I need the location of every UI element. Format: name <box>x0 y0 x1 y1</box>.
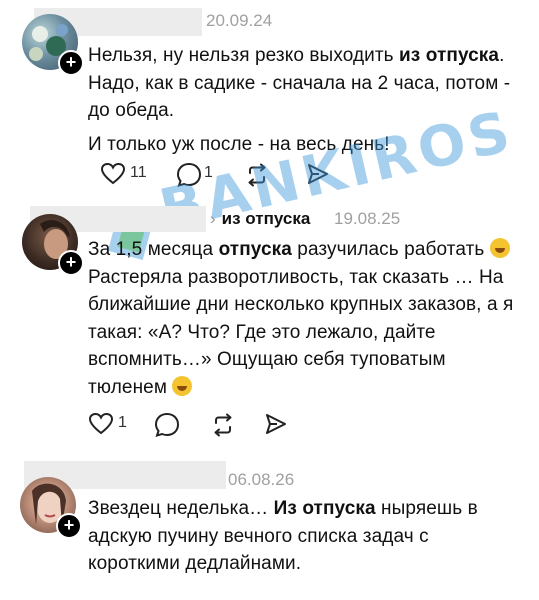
like-button[interactable]: 11 <box>100 160 150 190</box>
avatar[interactable]: + <box>22 14 84 76</box>
repost-button[interactable] <box>210 410 240 440</box>
plus-icon[interactable]: + <box>56 513 82 539</box>
post-date: 06.08.26 <box>228 470 295 489</box>
reply-target[interactable]: › из отпуска <box>210 209 310 229</box>
grinning-sweat-emoji <box>489 238 510 258</box>
keyword-highlight: отпуска <box>218 239 292 260</box>
comment-icon <box>154 412 180 438</box>
repost-button[interactable] <box>244 160 274 190</box>
text-segment: Нельзя, ну нельзя резко выходить <box>88 45 400 66</box>
post-actions: 1 <box>88 410 348 440</box>
comment-button[interactable]: 1 <box>176 160 226 190</box>
keyword-highlight: Из отпуска <box>273 498 376 519</box>
heart-icon <box>88 412 114 435</box>
share-button[interactable] <box>264 410 294 440</box>
avatar[interactable]: + <box>20 477 82 539</box>
comment-count: 1 <box>204 164 213 181</box>
text-segment: За 1,5 месяца <box>88 239 219 260</box>
repost-icon <box>248 163 266 187</box>
text-segment: Звездец неделька… <box>88 498 274 519</box>
post-paragraph: И только уж после - на весь день! <box>88 131 528 159</box>
text-segment: разучилась работать <box>291 239 490 260</box>
post-date: 19.08.25 <box>334 209 401 228</box>
post-text: Нельзя, ну нельзя резко выходить из отпу… <box>88 42 528 158</box>
heart-icon <box>100 162 126 185</box>
like-count: 1 <box>118 414 127 431</box>
share-icon <box>266 414 286 434</box>
text-segment: И только уж после - на весь день! <box>88 133 390 155</box>
share-icon <box>308 164 328 184</box>
post-1: 20.09.24 + Нельзя, ну нельзя резко выход… <box>0 0 539 200</box>
post-2: › из отпуска 19.08.25 + За 1,5 месяца отп… <box>0 200 539 450</box>
post-text: Звездец неделька… Из отпуска ныряешь в а… <box>88 495 508 578</box>
like-count: 11 <box>130 164 147 181</box>
comment-icon <box>176 162 202 188</box>
post-3: 06.08.26 + Звездец неделька… Из отпуска … <box>0 455 539 600</box>
like-button[interactable]: 1 <box>88 410 138 440</box>
comment-button[interactable] <box>154 410 184 440</box>
post-paragraph: Нельзя, ну нельзя резко выходить из отпу… <box>88 42 528 125</box>
keyword-highlight: из отпуска <box>399 45 500 66</box>
post-paragraph: За 1,5 месяца отпуска разучилась работат… <box>88 236 518 401</box>
post-date: 20.09.24 <box>206 11 273 30</box>
plus-icon[interactable]: + <box>58 50 84 76</box>
post-text: За 1,5 месяца отпуска разучилась работат… <box>88 236 518 401</box>
plus-icon[interactable]: + <box>58 250 84 276</box>
post-paragraph: Звездец неделька… Из отпуска ныряешь в а… <box>88 495 508 578</box>
share-button[interactable] <box>306 160 336 190</box>
repost-icon <box>214 413 232 437</box>
post-actions: 11 1 <box>100 160 360 190</box>
text-segment: Растеряла разворотливость, так сказать …… <box>88 266 514 398</box>
avatar[interactable]: + <box>22 214 84 276</box>
zany-face-emoji <box>172 375 193 396</box>
